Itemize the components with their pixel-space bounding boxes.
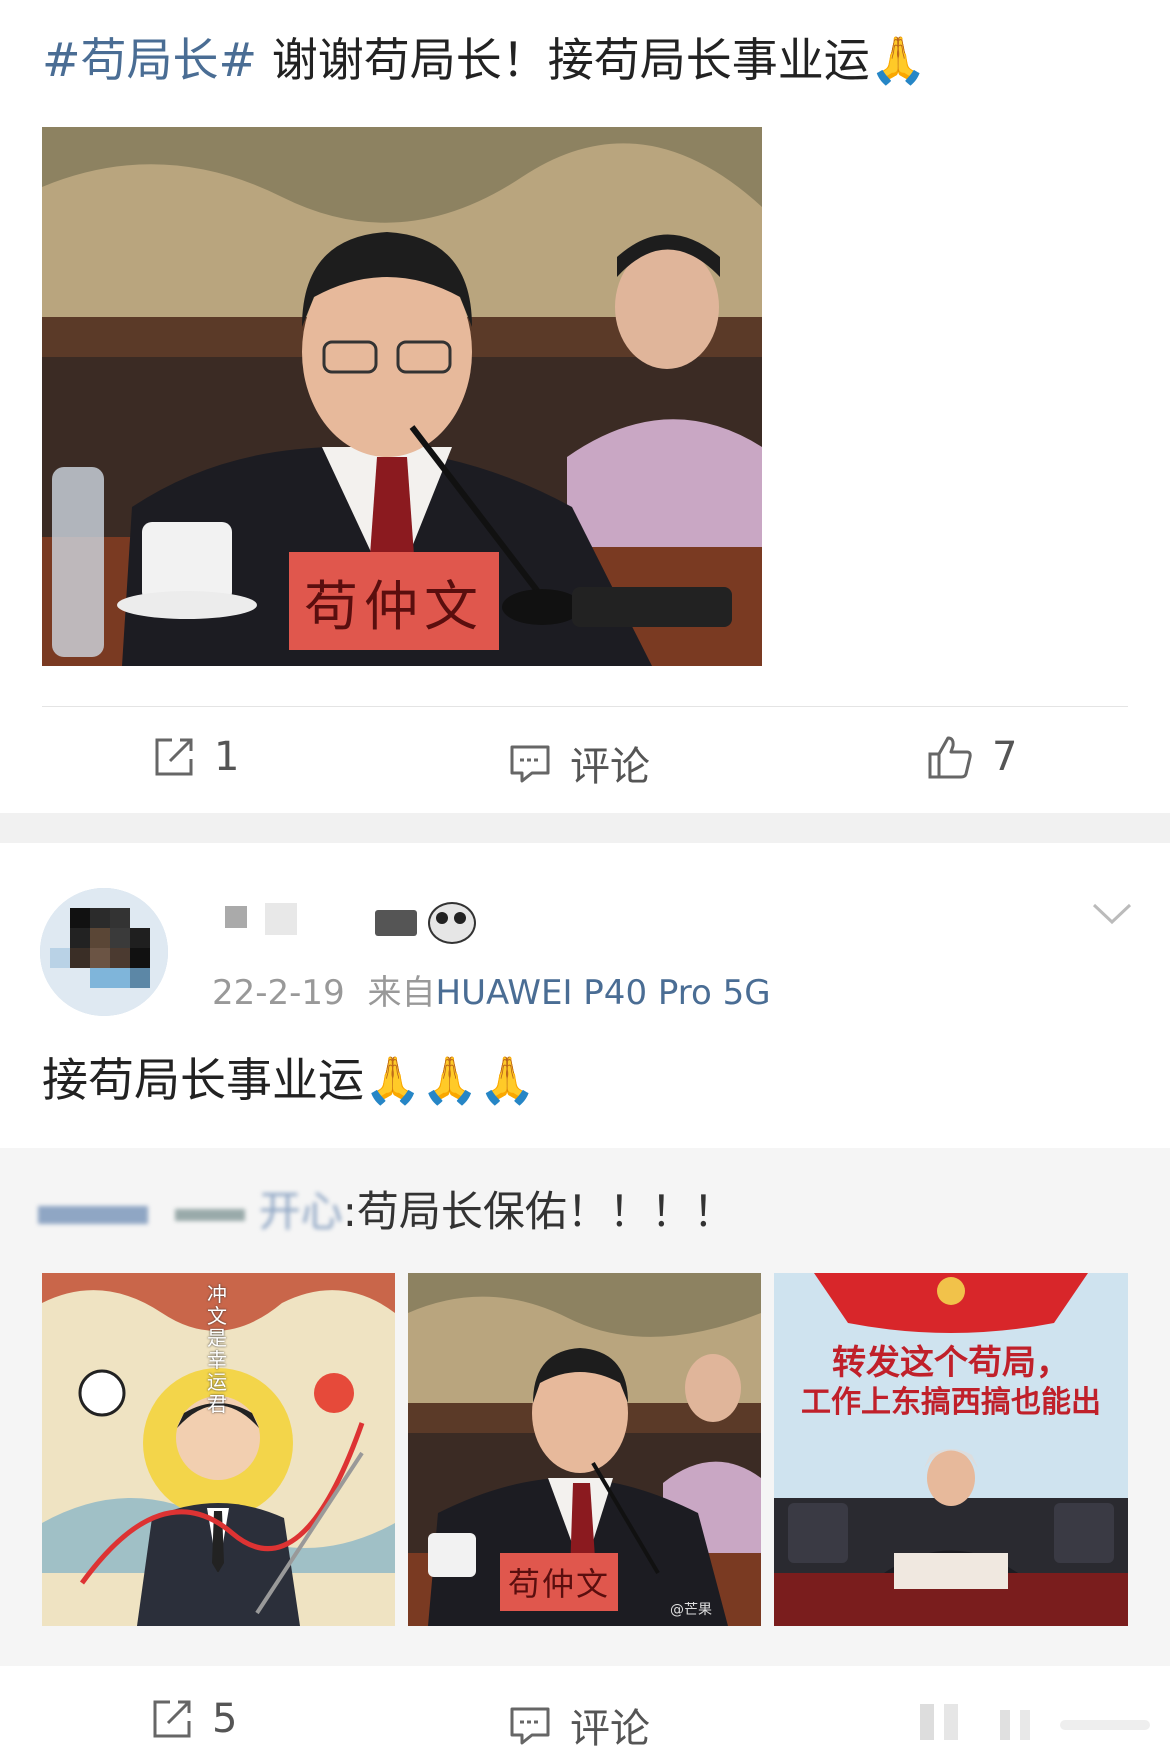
repost-body: :苟局长保佑！！！！ [342, 1187, 735, 1236]
post-date: 22-2-19 [212, 973, 345, 1013]
like-count: 7 [992, 734, 1018, 780]
nameplate-text-thumb: 苟仲文 [507, 1565, 610, 1603]
post1-comment-button[interactable]: 评论 [508, 734, 650, 792]
post1-photo[interactable]: 苟仲文 [42, 127, 762, 666]
nameplate-text: 苟仲文 [304, 574, 484, 638]
post2-body: 接苟局长事业运 [42, 1053, 364, 1107]
post-meta: 22-2-19 来自HUAWEI P40 Pro 5G [212, 965, 771, 1014]
repost-text: 开心 :苟局长保佑！！！！ [38, 1178, 735, 1239]
comment-label: 评论 [570, 1706, 650, 1752]
share-count: 5 [212, 1696, 238, 1742]
post1-divider [42, 706, 1128, 707]
avatar[interactable] [40, 888, 168, 1016]
panda-icon [428, 902, 476, 944]
share-icon [153, 1700, 191, 1738]
repost-image-3[interactable]: 转发这个苟局， 工作上东搞西搞也能出 [774, 1273, 1128, 1626]
source-prefix: 来自 [367, 973, 436, 1013]
repost-image-2[interactable]: 苟仲文 @芒果 [408, 1273, 761, 1626]
feed-separator [0, 813, 1170, 843]
post1-like-button[interactable]: 7 [926, 734, 1017, 780]
pray-emoji: 🙏 [869, 33, 927, 87]
redacted-username-block-2 [265, 903, 297, 935]
comment-icon [510, 745, 550, 783]
post2-comment-button[interactable]: 评论 [508, 1696, 650, 1754]
banner-line-2: 工作上东搞西搞也能出 [801, 1385, 1101, 1420]
chevron-down-icon[interactable] [1092, 902, 1132, 926]
repost-image-1[interactable]: 冲文是幸运君 [42, 1273, 395, 1626]
post1-text: #苟局长# 谢谢苟局长！接苟局长事业运🙏 [42, 30, 927, 90]
comment-label: 评论 [570, 744, 650, 790]
thumbs-up-icon [928, 736, 972, 779]
share-count: 1 [214, 734, 240, 780]
pixelated-avatar [40, 888, 168, 1016]
pray-emojis: 🙏🙏🙏 [364, 1053, 536, 1107]
post1-share-button[interactable]: 1 [152, 734, 239, 780]
watermark-overlay [860, 1700, 1160, 1740]
redacted-username-block-3 [375, 910, 417, 936]
device-link[interactable]: HUAWEI P40 Pro 5G [436, 973, 771, 1013]
hashtag-link[interactable]: #苟局长# [42, 33, 257, 87]
conference-screenshot [774, 1273, 1128, 1626]
repost-author: 开心 [258, 1187, 343, 1236]
watermark: @芒果 [670, 1602, 712, 1618]
redacted-username-block [225, 906, 247, 928]
vertical-caption: 冲文是幸运君 [207, 1282, 227, 1416]
comment-icon [510, 1707, 550, 1745]
post1-body: 谢谢苟局长！接苟局长事业运 [257, 33, 870, 87]
watermark-icon [920, 1704, 1150, 1740]
repost-author-redacted[interactable]: 开心 [38, 1178, 343, 1239]
post2-share-button[interactable]: 5 [150, 1696, 237, 1742]
post2-text: 接苟局长事业运🙏🙏🙏 [42, 1050, 536, 1110]
share-icon [155, 738, 193, 776]
